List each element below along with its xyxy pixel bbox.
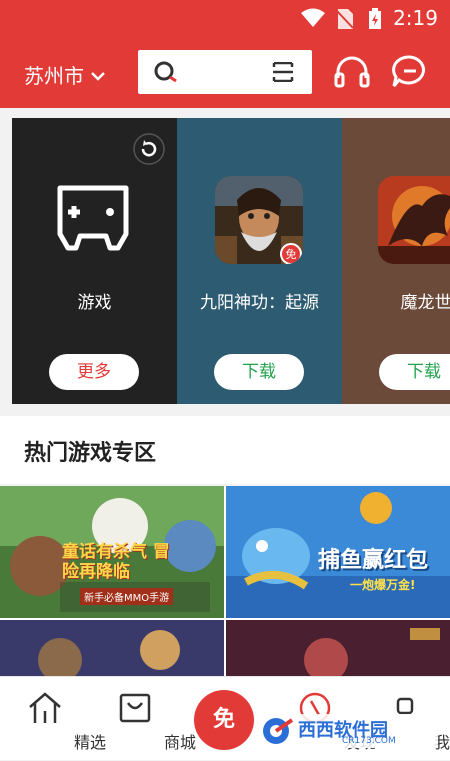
molong-game-icon	[378, 176, 450, 264]
home-icon	[27, 691, 63, 729]
nav-featured[interactable]: 精选	[0, 677, 106, 761]
search-icon	[154, 61, 180, 89]
game-carousel[interactable]: 游戏 更多 免 九阳神功：起源 下载 魔龙世 下载	[12, 118, 450, 404]
banner-fishing[interactable]: 捕鱼赢红包 一炮爆万金!	[226, 486, 450, 618]
hot-games-banners: 童话有杀气 冒险再降临 新手必备MMO手游 捕鱼赢红包 一炮爆万金!	[0, 486, 450, 676]
no-sim-icon	[336, 8, 354, 34]
banner-tagline: 一炮爆万金!	[350, 578, 416, 592]
city-label: 苏州市	[24, 64, 84, 88]
banner-fairytale[interactable]: 童话有杀气 冒险再降临 新手必备MMO手游	[0, 486, 224, 618]
shopping-bag-icon	[117, 691, 153, 729]
download-button[interactable]: 下载	[379, 354, 450, 390]
refresh-icon[interactable]	[132, 132, 166, 170]
game-card-jiuyang[interactable]: 免 九阳神功：起源 下载	[177, 118, 342, 404]
chevron-down-icon	[90, 63, 106, 87]
city-selector[interactable]: 苏州市	[24, 60, 106, 89]
card-title: 九阳神功：起源	[200, 293, 319, 313]
banner-caption: 捕鱼赢红包	[318, 548, 429, 573]
battery-charging-icon	[368, 8, 382, 34]
game-card-molong[interactable]: 魔龙世界 下载	[342, 118, 450, 404]
download-button[interactable]: 下载	[214, 354, 304, 390]
card-title: 魔龙世界	[400, 293, 450, 313]
games-card[interactable]: 游戏 更多	[12, 118, 177, 404]
jiuyang-game-icon: 免	[215, 176, 303, 264]
watermark-sub: CR173.COM	[342, 736, 396, 746]
hot-games-section-header: 热门游戏专区	[0, 416, 450, 484]
banner-game-3[interactable]	[0, 620, 224, 676]
wifi-icon	[300, 8, 326, 32]
site-watermark: 西西软件园 CR173.COM	[258, 712, 438, 750]
search-box[interactable]	[138, 50, 312, 94]
section-title: 热门游戏专区	[24, 441, 157, 466]
banner-caption: 童话有杀气 冒险再降临	[62, 542, 170, 582]
more-button[interactable]: 更多	[49, 354, 139, 390]
card-title: 游戏	[77, 293, 112, 313]
headphones-icon[interactable]	[333, 54, 371, 94]
nav-mall[interactable]: 商城	[90, 677, 196, 761]
banner-tagline: 新手必备MMO手游	[80, 588, 174, 605]
scan-icon[interactable]	[272, 61, 294, 86]
message-icon[interactable]	[391, 54, 429, 94]
banner-game-4[interactable]	[226, 620, 450, 676]
header: 苏州市	[0, 36, 450, 108]
gamepad-icon	[52, 182, 134, 258]
status-time: 2:19	[393, 6, 438, 30]
free-center-button[interactable]: 免	[194, 690, 254, 750]
status-bar: 2:19	[0, 0, 450, 36]
free-badge: 免	[286, 247, 297, 261]
